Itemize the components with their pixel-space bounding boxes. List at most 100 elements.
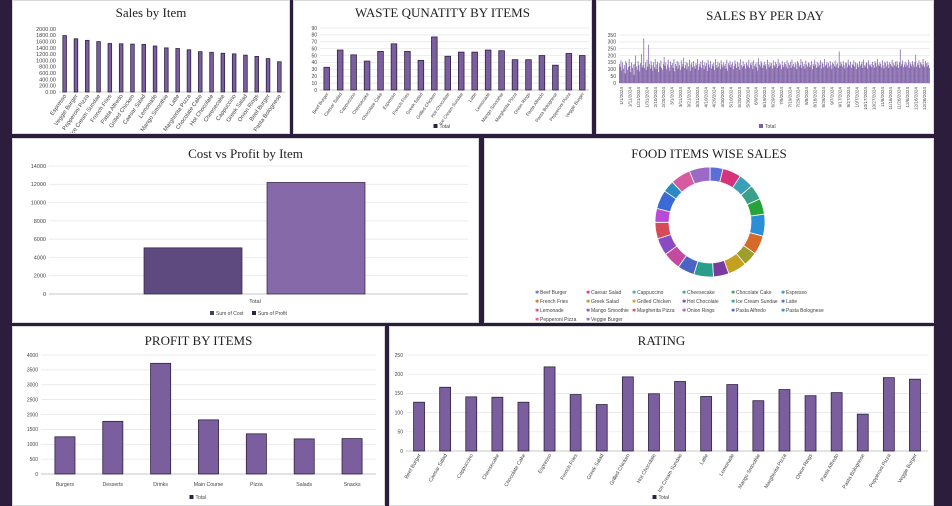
- bar: [672, 67, 674, 83]
- bar: [810, 65, 812, 83]
- bar: [150, 362, 172, 475]
- bar: [895, 66, 897, 83]
- x-tick-label: 1/11/2024: [628, 87, 633, 108]
- bar: [822, 63, 824, 83]
- bar: [765, 63, 767, 83]
- bar: [764, 65, 766, 83]
- bar: [794, 67, 795, 83]
- rating-panel: RATING 0 50 100 150 200 250 Beef Burger Caesar …: [389, 326, 934, 506]
- x-tick-label: 8/28/2024: [821, 87, 826, 108]
- y-tick-label: 14000: [31, 164, 46, 170]
- bar: [642, 65, 644, 83]
- bar: [860, 63, 862, 83]
- x-tick-label: Total: [249, 299, 261, 305]
- bar: [759, 66, 761, 83]
- y-tick-label: 3000: [27, 383, 38, 389]
- bar: [804, 68, 806, 83]
- bar: [710, 61, 711, 83]
- y-tick-label: 0: [43, 292, 46, 298]
- legend-label: Grilled Chicken: [637, 299, 671, 305]
- bar: [336, 49, 344, 91]
- x-tick-label: Veggie Burger: [897, 453, 919, 485]
- bar: [709, 67, 711, 83]
- bar: [363, 60, 371, 91]
- bar: [921, 65, 923, 83]
- bar: [690, 64, 692, 83]
- bar: [838, 67, 839, 83]
- bar: [696, 65, 698, 83]
- food-items-wise-sales-panel: FOOD ITEMS WISE SALES ✱ Beef Burger ✱ Caesa…: [484, 138, 934, 323]
- y-tick-label: 150: [395, 391, 404, 397]
- bar: [741, 67, 743, 83]
- bar: [776, 67, 778, 83]
- legend-swatch: ✱: [535, 308, 539, 314]
- bar: [829, 66, 830, 83]
- bar: [909, 378, 921, 452]
- bar: [925, 61, 926, 83]
- bar: [569, 394, 582, 452]
- x-tick-label: 10/7/2024: [855, 87, 860, 108]
- bar: [695, 63, 697, 83]
- bar: [867, 68, 869, 83]
- bar: [781, 69, 782, 83]
- legend-label: Chocolate Cake: [736, 290, 772, 296]
- x-tick-label: 6/9/2024: [754, 87, 759, 105]
- bar: [846, 63, 847, 83]
- bar: [853, 60, 855, 83]
- bar: [742, 61, 744, 83]
- bar: [682, 63, 684, 83]
- bar: [700, 61, 702, 83]
- bar: [832, 62, 834, 83]
- bar: [726, 384, 739, 452]
- bar: [882, 377, 895, 452]
- bar: [883, 68, 885, 83]
- bar: [768, 67, 770, 83]
- x-tick-label: 1/31/2024: [644, 87, 649, 108]
- x-tick-label: Latte: [468, 91, 478, 103]
- y-tick-label: 90: [311, 26, 317, 32]
- bar: [868, 64, 870, 83]
- bar: [796, 69, 798, 83]
- bar: [802, 65, 804, 83]
- bar: [789, 61, 791, 83]
- bar: [390, 43, 398, 91]
- bar: [896, 61, 898, 83]
- y-tick-label: 12000: [31, 182, 46, 188]
- bar: [471, 51, 478, 91]
- y-tick-label: 50: [610, 74, 616, 80]
- bar: [749, 67, 750, 83]
- x-tick-label: Latte: [699, 453, 710, 466]
- bar: [799, 65, 801, 83]
- bar: [785, 63, 786, 83]
- bar: [640, 54, 642, 83]
- bar: [439, 386, 452, 452]
- bar: [619, 63, 620, 83]
- bar: [579, 55, 586, 91]
- x-tick-label: Pasta Bolognese: [842, 453, 867, 490]
- bar: [855, 69, 857, 83]
- bar: [666, 69, 667, 83]
- y-tick-label: 80: [311, 33, 317, 39]
- bar: [717, 61, 719, 83]
- bar: [848, 64, 850, 83]
- bar: [62, 35, 67, 93]
- bar: [787, 68, 789, 83]
- bar: [538, 55, 546, 91]
- bar: [881, 60, 883, 83]
- bar: [902, 60, 904, 83]
- y-tick-label: 150: [608, 60, 617, 66]
- bar: [648, 44, 650, 83]
- bar: [718, 66, 720, 83]
- bar: [759, 64, 760, 83]
- bar: [910, 63, 912, 83]
- bar: [175, 48, 180, 93]
- bar: [884, 61, 886, 83]
- y-tick-label: 8000: [34, 219, 46, 225]
- bar: [868, 60, 869, 83]
- legend-label: French Fries: [540, 299, 569, 305]
- bar: [254, 56, 259, 93]
- legend-label: Espresso: [786, 290, 807, 296]
- x-tick-label: Cappuccino: [456, 453, 475, 480]
- bar: [800, 59, 802, 83]
- bar: [880, 63, 882, 83]
